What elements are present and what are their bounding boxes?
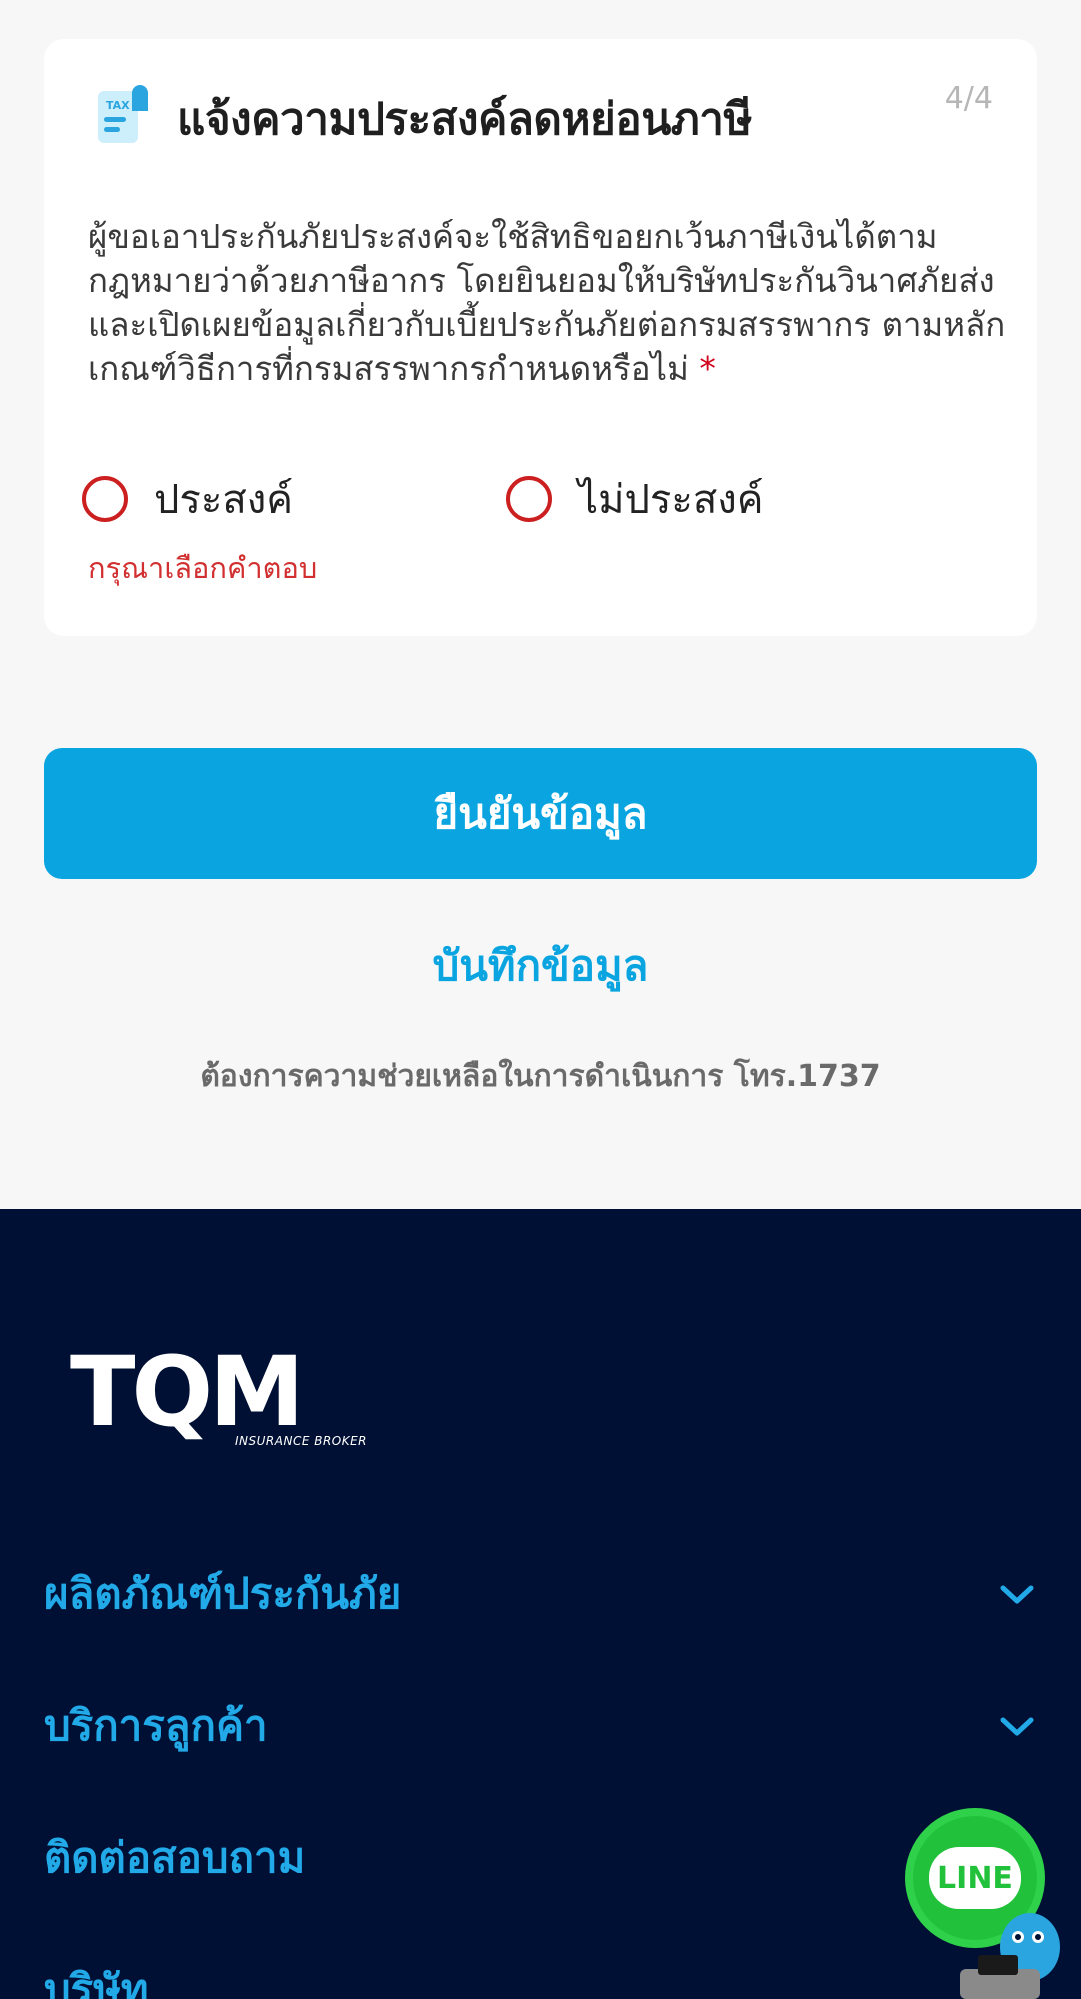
footer-nav-contact[interactable]: ติดต่อสอบถาม [44, 1818, 1037, 1898]
chevron-down-icon [1000, 1717, 1034, 1736]
radio-button[interactable] [82, 476, 128, 522]
radio-label: ไม่ประสงค์ [578, 477, 764, 523]
help-text: ต้องการความช่วยเหลือในการดำเนินการ โทร.1… [200, 1059, 881, 1094]
question-text: ผู้ขอเอาประกันภัยประสงค์จะใช้สิทธิขอยกเว… [88, 215, 1008, 391]
footer-nav-products[interactable]: ผลิตภัณฑ์ประกันภัย [44, 1554, 1037, 1634]
tax-document-icon: TAX [94, 85, 150, 147]
radio-option-wish[interactable]: ประสงค์ [82, 467, 293, 531]
logo-subtitle: INSURANCE BROKER [235, 1434, 368, 1448]
radio-button[interactable] [506, 476, 552, 522]
radio-label: ประสงค์ [154, 477, 294, 523]
error-message: กรุณาเลือกคำตอบ [88, 551, 318, 585]
chevron-down-icon [1000, 1585, 1034, 1604]
svg-text:TAX: TAX [106, 99, 130, 112]
confirm-button[interactable]: ยืนยันข้อมูล [44, 748, 1037, 879]
save-button[interactable]: บันทึกข้อมูล [44, 926, 1037, 1006]
question-label: ผู้ขอเอาประกันภัยประสงค์จะใช้สิทธิขอยกเว… [88, 217, 1006, 388]
footer-nav-customer-service[interactable]: บริการลูกค้า [44, 1686, 1037, 1766]
nav-label: บริการลูกค้า [44, 1701, 268, 1750]
nav-label: บริษัท [44, 1965, 149, 1999]
mascot-icon [960, 1913, 1060, 1999]
nav-label: ติดต่อสอบถาม [44, 1833, 306, 1882]
footer-nav-company[interactable]: บริษัท [44, 1950, 1037, 1999]
nav-label: ผลิตภัณฑ์ประกันภัย [44, 1569, 402, 1618]
tqm-logo[interactable]: TQM INSURANCE BROKER [70, 1342, 370, 1452]
tax-radio-group: ประสงค์ ไม่ประสงค์ [82, 467, 982, 537]
step-indicator: 4/4 [944, 81, 993, 116]
card-title: แจ้งความประสงค์ลดหย่อนภาษี [177, 94, 753, 145]
tax-deduction-card: TAX แจ้งความประสงค์ลดหย่อนภาษี 4/4 ผู้ขอ… [44, 39, 1037, 636]
required-mark: * [699, 349, 716, 388]
radio-option-not-wish[interactable]: ไม่ประสงค์ [506, 467, 764, 531]
logo-text: TQM [70, 1336, 305, 1448]
